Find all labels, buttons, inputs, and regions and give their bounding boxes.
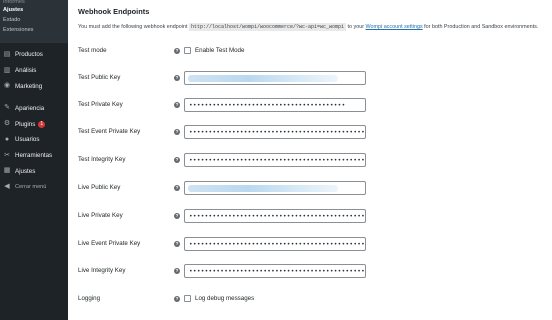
menu-label: Análisis (15, 67, 37, 75)
field-label: Logging (78, 295, 101, 302)
menu-label: Plugins (15, 120, 36, 128)
plugins-icon: ⚙ (3, 120, 11, 128)
field-label: Test Private Key (78, 101, 123, 108)
field-label: Live Event Private Key (78, 240, 141, 247)
menu-label: Marketing (15, 82, 43, 90)
help-tip-icon[interactable]: ? (174, 241, 180, 247)
row-logging: Logging ? Log debug messages (78, 292, 548, 306)
redacted-value (188, 185, 338, 192)
menu-item-analisis[interactable]: ▥ Análisis (0, 63, 68, 79)
submenu-item-ajustes[interactable]: Ajustes (0, 5, 68, 15)
menu-item-apariencia[interactable]: ✎ Apariencia (0, 100, 68, 116)
help-tip-icon[interactable]: ? (174, 213, 180, 219)
test-integrity-key-input[interactable]: ••••••••••••••••••••••••••••••••••••••••… (184, 153, 366, 167)
webhook-endpoint-url: http://localhost/wompi/woocommerce/?wc-a… (189, 23, 347, 31)
menu-label: Apariencia (15, 104, 45, 112)
field-label: Live Integrity Key (78, 267, 126, 274)
settings-content: Webhook Endpoints You must add the follo… (68, 0, 552, 320)
menu-label: Ajustes (15, 167, 36, 175)
menu-item-usuarios[interactable]: ● Usuarios (0, 132, 68, 148)
help-tip-icon[interactable]: ? (174, 185, 180, 191)
wompi-settings-link[interactable]: Wompi account settings (366, 24, 423, 30)
masked-value: •••••••••••••••••••••••••••••••••••••••• (189, 102, 346, 109)
menu-label: Cerrar menú (15, 184, 47, 191)
help-tip-icon[interactable]: ? (174, 102, 180, 108)
menu-item-productos[interactable]: ▤ Productos (0, 47, 68, 63)
menu-label: Productos (15, 51, 43, 59)
section-title: Webhook Endpoints (78, 7, 150, 16)
test-private-key-input[interactable]: •••••••••••••••••••••••••••••••••••••••• (184, 98, 366, 112)
menu-item-ajustes[interactable]: ▦ Ajustes (0, 164, 68, 180)
row-live-private-key: Live Private Key ? •••••••••••••••••••••… (78, 209, 548, 223)
masked-value: ••••••••••••••••••••••••••••••••••••••••… (189, 129, 366, 136)
admin-sidebar: Informes Ajustes Estado Extensiones ▤ Pr… (0, 0, 68, 320)
masked-value: ••••••••••••••••••••••••••••••••••••••••… (189, 213, 366, 220)
test-mode-checkbox[interactable] (184, 47, 191, 54)
admin-frame: Informes Ajustes Estado Extensiones ▤ Pr… (0, 0, 552, 320)
test-public-key-input[interactable] (184, 71, 366, 85)
description-text: to your (347, 24, 365, 30)
help-tip-icon[interactable]: ? (174, 75, 180, 81)
masked-value: ••••••••••••••••••••••••••••••••••••••••… (189, 268, 366, 275)
live-integrity-key-input[interactable]: ••••••••••••••••••••••••••••••••••••••••… (184, 264, 366, 278)
description-text: You must add the following webhook endpo… (78, 24, 188, 30)
help-tip-icon[interactable]: ? (174, 157, 180, 163)
redacted-value (188, 75, 338, 82)
update-count-badge: 1 (38, 120, 46, 128)
appearance-icon: ✎ (4, 104, 10, 112)
marketing-icon: ◉ (3, 82, 11, 90)
field-label: Live Private Key (78, 212, 123, 219)
menu-item-marketing[interactable]: ◉ Marketing (0, 79, 68, 95)
row-live-integrity-key: Live Integrity Key ? •••••••••••••••••••… (78, 264, 548, 278)
collapse-menu-button[interactable]: ◀ Cerrar menú (0, 179, 68, 195)
settings-icon: ▦ (3, 167, 11, 175)
field-label: Test Event Private Key (78, 128, 141, 135)
analytics-icon: ▥ (3, 66, 11, 74)
submenu-item-extensiones[interactable]: Extensiones (0, 25, 68, 35)
live-public-key-input[interactable] (184, 181, 366, 195)
row-test-integrity-key: Test Integrity Key ? •••••••••••••••••••… (78, 153, 548, 167)
checkbox-label[interactable]: Enable Test Mode (195, 47, 244, 54)
row-test-public-key: Test Public Key ? (78, 71, 548, 85)
description-text: for both Production and Sandbox environm… (424, 24, 539, 30)
menu-item-plugins[interactable]: ⚙ Plugins 1 (0, 116, 68, 132)
menu-label: Herramientas (15, 152, 53, 160)
field-label: Test Public Key (78, 74, 121, 81)
row-live-event-private-key: Live Event Private Key ? •••••••••••••••… (78, 237, 548, 251)
logging-checkbox[interactable] (184, 295, 191, 302)
row-test-mode: Test mode ? Enable Test Mode (78, 44, 548, 58)
woocommerce-submenu: Informes Ajustes Estado Extensiones (0, 0, 68, 43)
menu-item-herramientas[interactable]: ✂ Herramientas (0, 148, 68, 164)
help-tip-icon[interactable]: ? (174, 48, 180, 54)
test-event-private-key-input[interactable]: ••••••••••••••••••••••••••••••••••••••••… (184, 125, 366, 139)
checkbox-label[interactable]: Log debug messages (195, 295, 254, 302)
field-label: Test Integrity Key (78, 156, 126, 163)
field-label: Test mode (78, 47, 107, 54)
help-tip-icon[interactable]: ? (174, 296, 180, 302)
row-live-public-key: Live Public Key ? (78, 181, 548, 195)
row-test-private-key: Test Private Key ? •••••••••••••••••••••… (78, 98, 548, 112)
masked-value: ••••••••••••••••••••••••••••••••••••••••… (189, 157, 366, 164)
menu-label: Usuarios (15, 136, 40, 144)
users-icon: ● (4, 135, 10, 143)
masked-value: ••••••••••••••••••••••••••••••••••••••••… (189, 241, 366, 248)
row-test-event-private-key: Test Event Private Key ? •••••••••••••••… (78, 125, 548, 139)
collapse-arrow-icon: ◀ (4, 183, 10, 191)
tools-icon: ✂ (4, 151, 10, 159)
products-icon: ▤ (3, 50, 11, 58)
field-label: Live Public Key (78, 184, 121, 191)
help-tip-icon[interactable]: ? (174, 129, 180, 135)
submenu-item-estado[interactable]: Estado (0, 15, 68, 25)
live-private-key-input[interactable]: ••••••••••••••••••••••••••••••••••••••••… (184, 209, 366, 223)
live-event-private-key-input[interactable]: ••••••••••••••••••••••••••••••••••••••••… (184, 237, 366, 251)
help-tip-icon[interactable]: ? (174, 268, 180, 274)
webhook-description: You must add the following webhook endpo… (78, 23, 539, 31)
